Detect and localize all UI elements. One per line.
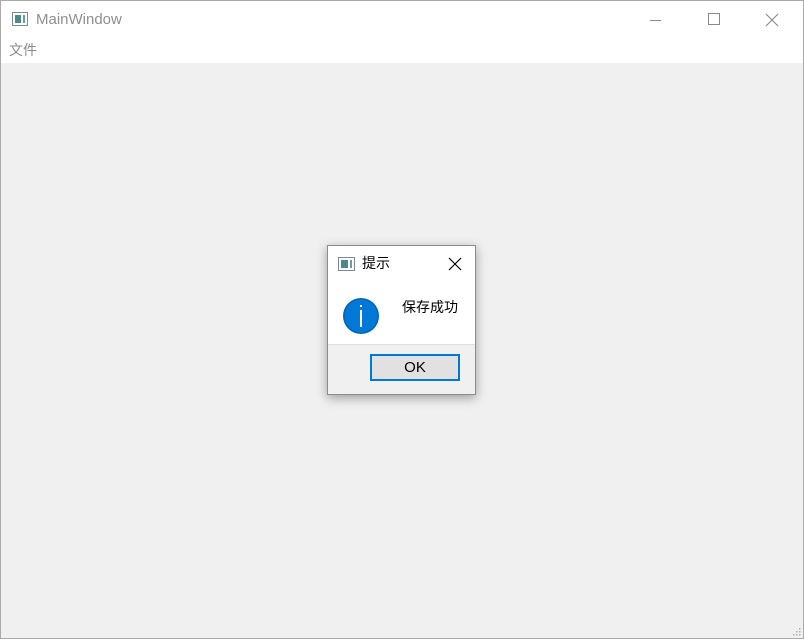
resize-grip-icon[interactable] — [791, 626, 801, 636]
close-icon — [765, 13, 779, 27]
close-icon — [448, 257, 462, 271]
dialog-title: 提示 — [362, 256, 390, 272]
menu-file[interactable]: 文件 — [9, 43, 37, 60]
dialog-close-button[interactable] — [442, 252, 468, 276]
app-window-icon — [12, 12, 28, 26]
maximize-button[interactable] — [685, 1, 743, 39]
window-title: MainWindow — [36, 11, 122, 28]
message-dialog: 提示 保存成功 OK — [327, 245, 476, 395]
maximize-icon — [708, 13, 720, 25]
dialog-window-icon — [338, 257, 355, 271]
dialog-footer: OK — [328, 344, 475, 394]
dialog-body: 保存成功 — [328, 282, 475, 344]
ok-button[interactable]: OK — [370, 354, 460, 381]
title-bar[interactable]: MainWindow — [1, 1, 803, 39]
minimize-button[interactable] — [627, 1, 685, 39]
minimize-icon — [650, 20, 661, 21]
close-button[interactable] — [743, 1, 801, 39]
dialog-title-bar[interactable]: 提示 — [328, 246, 475, 282]
menu-bar: 文件 — [1, 39, 803, 63]
info-icon — [343, 298, 379, 334]
dialog-message: 保存成功 — [402, 300, 458, 316]
